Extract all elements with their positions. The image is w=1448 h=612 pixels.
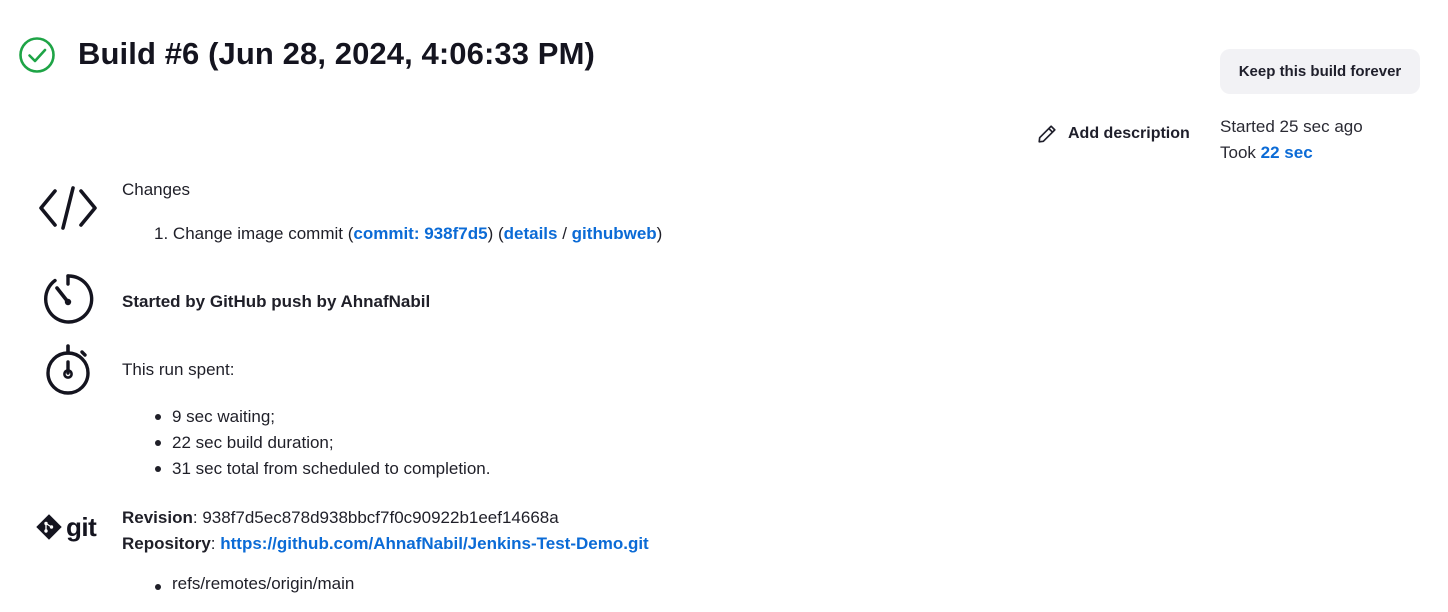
check-circle-icon xyxy=(19,37,55,73)
timer-icon xyxy=(44,274,94,324)
githubweb-link[interactable]: githubweb xyxy=(572,224,657,243)
git-logo-text: git xyxy=(66,512,97,542)
page-title: Build #6 (Jun 28, 2024, 4:06:33 PM) xyxy=(78,36,595,71)
git-diamond-icon xyxy=(36,514,62,540)
revision-line: Revision: 938f7d5ec878d938bbcf7f0c90922b… xyxy=(122,508,559,527)
run-spent-heading: This run spent: xyxy=(122,360,235,379)
repository-link[interactable]: https://github.com/AhnafNabil/Jenkins-Te… xyxy=(220,534,648,553)
link-separator: / xyxy=(562,224,567,243)
commit-link[interactable]: commit: 938f7d5 xyxy=(353,224,487,243)
stopwatch-icon-wrap xyxy=(34,343,102,397)
took-line: Took 22 sec xyxy=(1220,140,1363,166)
details-link[interactable]: details xyxy=(504,224,558,243)
list-item: 31 sec total from scheduled to completio… xyxy=(154,456,490,482)
change-item: 1. Change image commit (commit: 938f7d5)… xyxy=(154,224,663,243)
change-number: 1. xyxy=(154,224,169,243)
started-ago-text: Started 25 sec ago xyxy=(1220,117,1363,136)
keep-build-forever-button[interactable]: Keep this build forever xyxy=(1220,49,1420,94)
build-timing-info: Started 25 sec ago Took 22 sec xyxy=(1220,114,1363,166)
pencil-icon xyxy=(1038,125,1056,143)
refs-list: refs/remotes/origin/main xyxy=(154,574,354,594)
code-icon xyxy=(39,186,97,230)
git-logo: git xyxy=(36,514,102,540)
change-message: Change image commit xyxy=(172,224,343,243)
list-item: 9 sec waiting; xyxy=(154,404,490,430)
timing-list: 9 sec waiting; 22 sec build duration; 31… xyxy=(154,404,490,482)
started-by-link[interactable]: Started by GitHub push by AhnafNabil xyxy=(122,292,430,312)
took-duration-link[interactable]: 22 sec xyxy=(1261,143,1313,162)
revision-label: Revision xyxy=(122,508,193,527)
add-description-label: Add description xyxy=(1068,125,1190,142)
revision-value: 938f7d5ec878d938bbcf7f0c90922b1eef14668a xyxy=(202,508,559,527)
code-icon-wrap xyxy=(34,184,102,232)
list-item: refs/remotes/origin/main xyxy=(154,574,354,594)
repository-label: Repository xyxy=(122,534,211,553)
took-prefix: Took xyxy=(1220,143,1256,162)
list-item: 22 sec build duration; xyxy=(154,430,490,456)
changes-heading: Changes xyxy=(122,180,191,199)
repository-line: Repository: https://github.com/AhnafNabi… xyxy=(122,534,649,553)
git-info: Revision: 938f7d5ec878d938bbcf7f0c90922b… xyxy=(122,505,649,557)
timer-icon-wrap xyxy=(34,272,102,326)
stopwatch-icon xyxy=(46,344,90,395)
add-description-button[interactable]: Add description xyxy=(1036,120,1190,148)
